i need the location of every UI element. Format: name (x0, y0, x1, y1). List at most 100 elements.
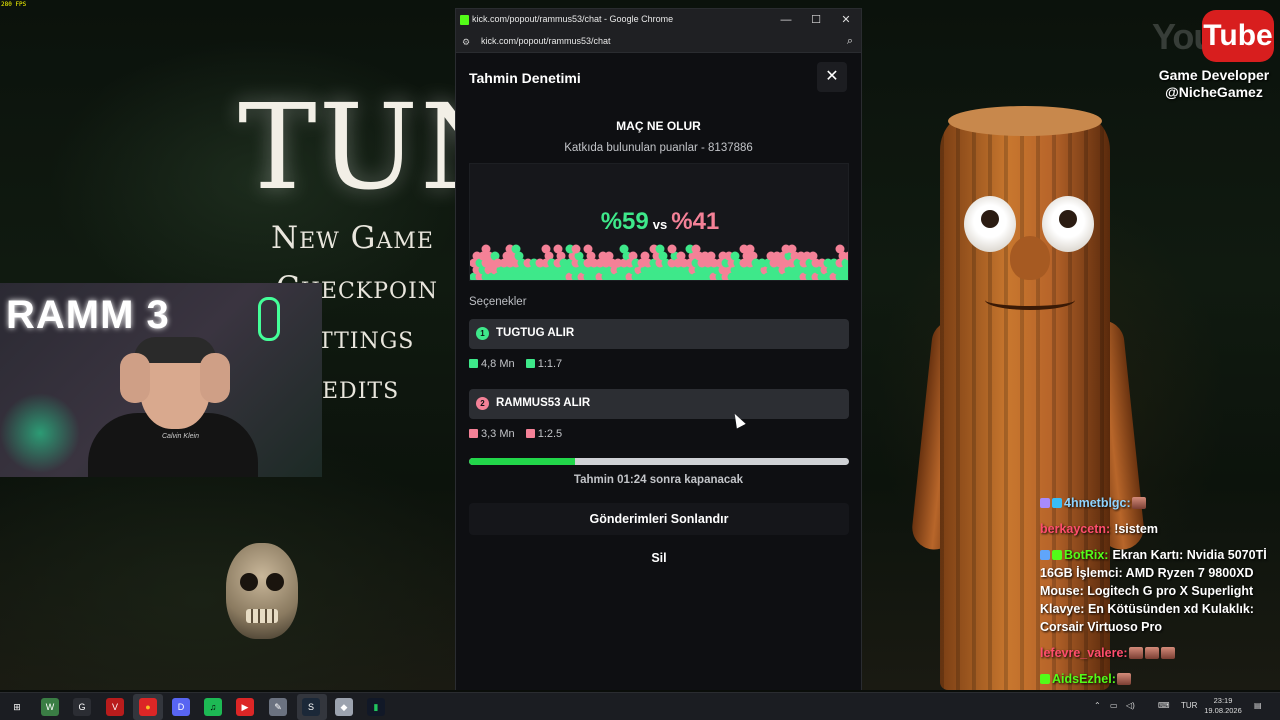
close-panel-button[interactable]: ✕ (817, 62, 847, 92)
ratio-icon (525, 429, 535, 438)
chat-username[interactable]: berkaycetn: (1040, 522, 1110, 536)
skull-prop (226, 543, 298, 639)
chat-emote-icon (1131, 497, 1146, 509)
window-title: kick.com/popout/rammus53/chat - Google C… (472, 14, 674, 24)
language-indicator[interactable]: TUR (1181, 701, 1197, 710)
vote-bubble (655, 244, 665, 254)
zoom-icon[interactable]: ⌕ (847, 35, 853, 48)
prediction-question: MAÇ NE OLUR (616, 119, 701, 133)
chrome-icon[interactable]: ● (139, 698, 157, 716)
end-submissions-button[interactable]: Gönderimleri Sonlandır (469, 503, 849, 535)
percent-b: %41 (671, 208, 720, 235)
network-icon[interactable]: ▭ (1110, 701, 1118, 710)
menu-credits[interactable]: edits (322, 370, 399, 406)
chrome-popup-window: kick.com/popout/rammus53/chat - Google C… (455, 8, 862, 690)
youtube-caption-line1: Game Developer (1158, 67, 1270, 83)
chat-emote-icon (1116, 673, 1131, 685)
chat-badge-icon (1040, 550, 1050, 560)
closing-countdown: Tahmin 01:24 sonra kapanacak (573, 474, 744, 486)
system-clock[interactable]: 23:19 19.08.2026 (1203, 696, 1243, 716)
option-amount: 4,8 Mn (481, 358, 515, 370)
app-icon-4[interactable]: ◆ (335, 698, 353, 716)
chat-message: 4hmetblgc: (1040, 494, 1276, 512)
fps-counter: 280 FPS (1, 1, 27, 8)
discord-icon[interactable]: D (172, 698, 190, 716)
prediction-chart: %59 vs %41 (469, 163, 849, 281)
chat-overlay: 4hmetblgc: berkaycetn: !sistem BotRix: Ekran… (1040, 494, 1276, 696)
time-progress-fill (469, 458, 576, 465)
kick-favicon-icon (460, 15, 469, 25)
volume-icon[interactable]: ◁) (1126, 701, 1135, 710)
delete-button[interactable]: Sil (634, 544, 684, 572)
window-close-button[interactable]: ✕ (836, 12, 856, 28)
option-1-button[interactable]: 1 TUGTUG ALIR (469, 319, 849, 349)
option-ratio: 1:1.7 (537, 358, 563, 370)
chat-message: AidsEzhel: (1040, 670, 1276, 688)
chat-badge-icon (1052, 498, 1062, 508)
spotify-icon[interactable]: ♫ (204, 698, 222, 716)
app-icon-3[interactable]: ✎ (269, 698, 287, 716)
contributed-points: Katkıda bulunulan puanlar - 8137886 (564, 142, 753, 154)
windows-start-icon[interactable]: ⊞ (8, 698, 26, 716)
skull-teeth (246, 609, 278, 623)
vote-bubble (511, 244, 521, 254)
url-text[interactable]: kick.com/popout/rammus53/chat (481, 36, 611, 46)
option-label: RAMMUS53 ALIR (496, 397, 591, 409)
pupil (1059, 210, 1077, 228)
vote-bubble (553, 244, 563, 254)
youtube-logo-icon: Tube (1202, 10, 1274, 62)
tray-chevron-icon[interactable]: ⌃ (1094, 701, 1101, 710)
chat-emote-icon (1144, 647, 1159, 659)
chat-username[interactable]: lefevre_valere: (1040, 646, 1128, 660)
chat-username[interactable]: BotRix: (1064, 548, 1108, 562)
maximize-button[interactable]: ☐ (806, 12, 826, 28)
keyboard-icon[interactable]: ⌨ (1158, 701, 1170, 710)
vote-bubble (667, 244, 677, 254)
chat-badge-icon (1040, 674, 1050, 684)
option-label: TUGTUG ALIR (496, 327, 575, 339)
log-character-nose (1010, 236, 1050, 280)
percent-a: %59 (600, 208, 649, 235)
vote-bubbles (470, 244, 848, 280)
minimize-button[interactable]: — (776, 12, 796, 28)
notifications-icon[interactable]: ▤ (1254, 701, 1262, 710)
time-progress-bar (469, 458, 849, 465)
vote-bubble (745, 244, 755, 254)
youtube-icon[interactable]: ▶ (236, 698, 254, 716)
window-titlebar[interactable]: kick.com/popout/rammus53/chat - Google C… (456, 9, 861, 31)
vote-bubble (619, 244, 629, 254)
option-2-stats: 3,3 Mn 1:2.5 (469, 428, 570, 440)
log-character-mouth (985, 290, 1075, 310)
vs-label: vs (652, 217, 668, 232)
chat-username[interactable]: 4hmetblgc: (1064, 496, 1131, 510)
streamer-hand (200, 353, 230, 403)
vote-bubble (541, 244, 551, 254)
vote-bubble (691, 244, 701, 254)
users-icon (469, 429, 478, 438)
log-character-top (948, 106, 1102, 136)
chat-username[interactable]: AidsEzhel: (1052, 672, 1116, 686)
vote-bubble (787, 244, 797, 254)
steam-icon[interactable]: S (302, 698, 320, 716)
app-icon-5[interactable]: ▮ (367, 698, 385, 716)
option-2-button[interactable]: 2 RAMMUS53 ALIR (469, 389, 849, 419)
log-character-eye (964, 196, 1016, 252)
vote-bubble (835, 244, 845, 254)
menu-new-game[interactable]: New Game (271, 220, 434, 256)
app-icon-2[interactable]: G (73, 698, 91, 716)
address-bar[interactable]: ⚙ kick.com/popout/rammus53/chat ⌕ (456, 31, 861, 53)
option-amount: 3,3 Mn (481, 428, 515, 440)
chat-message: lefevre_valere: (1040, 644, 1276, 662)
option-number-badge: 1 (476, 327, 489, 340)
ratio-icon (525, 359, 535, 368)
youtube-caption-line2: @NicheGamez (1165, 84, 1263, 100)
webcam-overlay: RAMM 3 Calvin Klein (0, 283, 322, 477)
percent-readout: %59 vs %41 (470, 208, 848, 236)
option-1-stats: 4,8 Mn 1:1.7 (469, 358, 570, 370)
option-number-badge: 2 (476, 397, 489, 410)
log-character-eye (1042, 196, 1094, 252)
site-settings-icon[interactable]: ⚙ (462, 37, 470, 48)
menu-settings[interactable]: ttings (318, 320, 414, 356)
voicemeeter-icon[interactable]: V (106, 698, 124, 716)
app-icon-1[interactable]: W (41, 698, 59, 716)
